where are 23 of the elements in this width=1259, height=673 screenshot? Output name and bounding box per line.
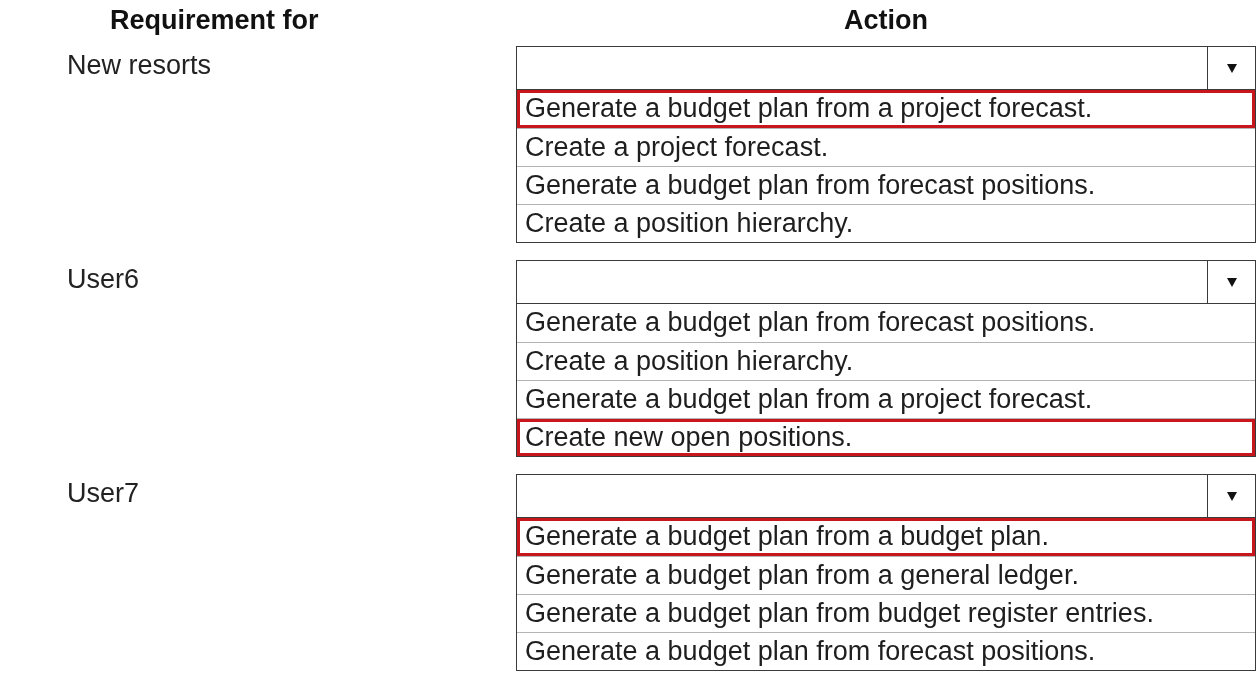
dropdown-option[interactable]: Generate a budget plan from forecast positions. bbox=[517, 632, 1255, 670]
requirement-label: New resorts bbox=[67, 49, 212, 82]
dropdown-field[interactable] bbox=[516, 474, 1256, 518]
column-heading: Action bbox=[844, 4, 928, 37]
requirement-label: User6 bbox=[67, 263, 140, 296]
dropdown-option[interactable]: Generate a budget plan from a project forecast. bbox=[517, 380, 1255, 418]
dropdown-option[interactable]: Create new open positions. bbox=[517, 418, 1255, 456]
dropdown-option[interactable]: Create a position hierarchy. bbox=[517, 204, 1255, 242]
caret-icon bbox=[1226, 491, 1237, 501]
dropdown-option[interactable]: Create a project forecast. bbox=[517, 128, 1255, 166]
dropdown-field[interactable] bbox=[516, 46, 1256, 90]
dropdown-field[interactable] bbox=[516, 260, 1256, 304]
dropdown-option[interactable]: Generate a budget plan from a general ledger. bbox=[517, 556, 1255, 594]
dropdown-option[interactable]: Generate a budget plan from a project forecast. bbox=[517, 90, 1255, 128]
requirement-label: User7 bbox=[67, 477, 140, 510]
dropdown-option[interactable]: Generate a budget plan from forecast positions. bbox=[517, 166, 1255, 204]
dropdown-option[interactable]: Generate a budget plan from a budget plan. bbox=[517, 518, 1255, 556]
dropdown-option[interactable]: Generate a budget plan from budget register entries. bbox=[517, 594, 1255, 632]
dropdown-option[interactable]: Generate a budget plan from forecast positions. bbox=[517, 304, 1255, 342]
dropdown-option[interactable]: Create a position hierarchy. bbox=[517, 342, 1255, 380]
column-heading: Requirement for bbox=[110, 4, 319, 37]
caret-icon bbox=[1226, 277, 1237, 287]
caret-icon bbox=[1226, 63, 1237, 73]
